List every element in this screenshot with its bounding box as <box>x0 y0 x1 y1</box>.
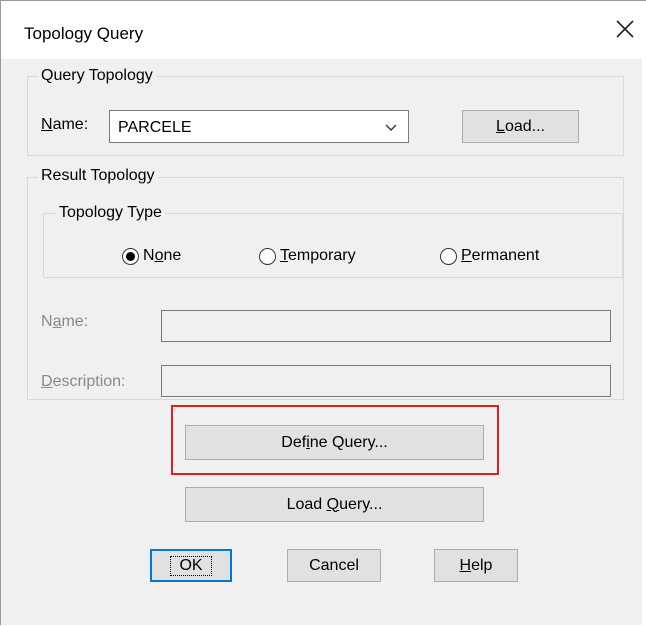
radio-temporary-label: Temporary <box>280 247 356 264</box>
help-button[interactable]: Help <box>434 549 518 582</box>
topology-type-group <box>43 213 623 278</box>
radio-none-label: None <box>143 247 182 264</box>
radio-none[interactable]: None <box>122 247 181 265</box>
result-name-field[interactable] <box>161 310 611 342</box>
radio-permanent-label: Permanent <box>461 247 540 264</box>
dialog-title: Topology Query <box>24 24 144 43</box>
ok-button[interactable]: OK <box>150 549 232 582</box>
chevron-down-icon <box>385 124 397 131</box>
topology-name-value: PARCELE <box>118 119 192 136</box>
topology-query-dialog: Topology Query Query Topology Name: PARC… <box>0 0 646 626</box>
topology-name-combobox[interactable]: PARCELE <box>109 110 409 143</box>
title-bar: Topology Query <box>1 1 646 59</box>
cancel-button[interactable]: Cancel <box>287 549 381 582</box>
radio-permanent-indicator <box>440 247 457 265</box>
window-edge <box>642 1 646 626</box>
radio-permanent[interactable]: Permanent <box>440 247 539 265</box>
define-query-button[interactable]: Define Query... <box>185 425 484 460</box>
load-button[interactable]: Load... <box>462 110 579 143</box>
description-label: Description: <box>41 373 126 390</box>
radio-temporary-indicator <box>259 247 276 265</box>
radio-none-indicator <box>122 247 139 265</box>
result-name-label: Name: <box>41 313 89 330</box>
radio-temporary[interactable]: Temporary <box>259 247 356 265</box>
result-topology-legend: Result Topology <box>38 167 158 185</box>
close-icon[interactable] <box>613 17 637 41</box>
load-query-button[interactable]: Load Query... <box>185 487 484 522</box>
description-field[interactable] <box>161 365 611 397</box>
name-label: Name: <box>41 116 89 133</box>
query-topology-legend: Query Topology <box>38 67 156 85</box>
topology-type-legend: Topology Type <box>56 204 165 222</box>
